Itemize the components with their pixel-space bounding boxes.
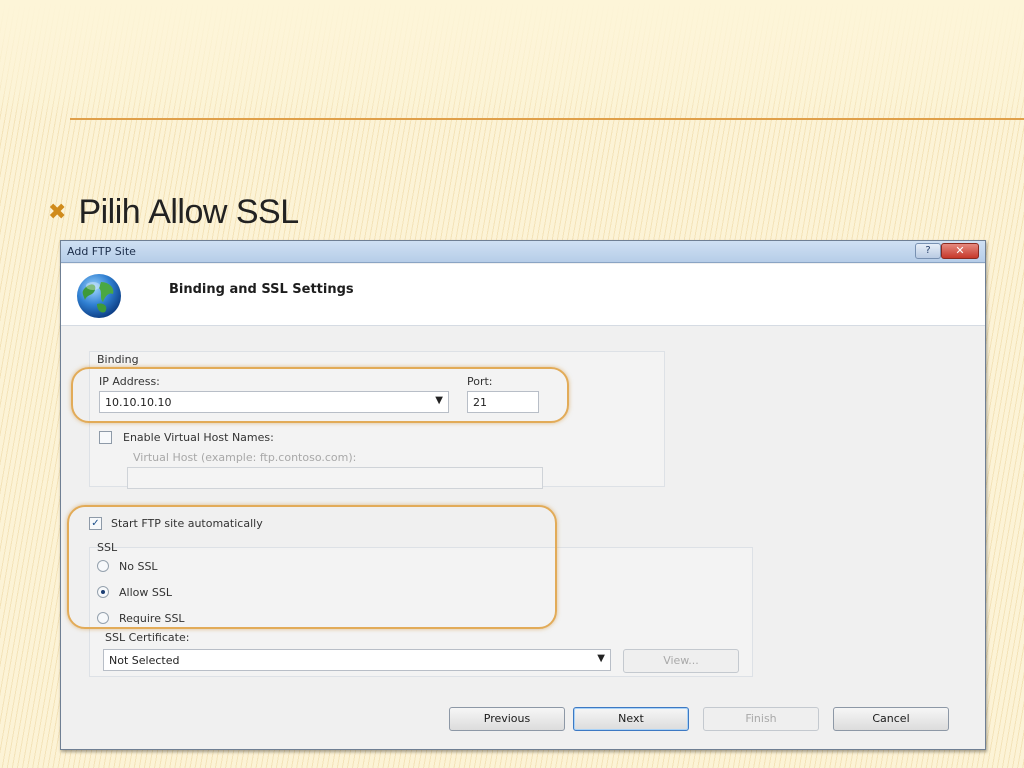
- finish-button[interactable]: Finish: [703, 707, 819, 731]
- cross-bullet-icon: ✖: [48, 199, 67, 225]
- bullet-prefix: Pilih: [78, 192, 141, 231]
- binding-highlight-oval: [71, 367, 569, 423]
- add-ftp-site-dialog: Add FTP Site ? ✕ Binding and SSL Setting…: [60, 240, 986, 750]
- close-button[interactable]: ✕: [941, 243, 979, 259]
- dialog-content: Binding IP Address: 10.10.10.10 ▼ Port: …: [61, 327, 985, 697]
- virtual-host-checkbox-label: Enable Virtual Host Names:: [123, 431, 274, 444]
- bullet-text: Pilih Allow SSL: [78, 192, 299, 232]
- virtual-host-input[interactable]: [127, 467, 543, 489]
- view-certificate-button[interactable]: View...: [623, 649, 739, 673]
- globe-icon: [77, 274, 121, 318]
- binding-group-label: Binding: [97, 353, 139, 366]
- dialog-header: Binding and SSL Settings: [61, 264, 985, 326]
- ssl-highlight-oval: [67, 505, 557, 629]
- ssl-certificate-label: SSL Certificate:: [105, 631, 190, 644]
- virtual-host-label: Virtual Host (example: ftp.contoso.com):: [133, 451, 357, 464]
- ssl-certificate-dropdown[interactable]: Not Selected ▼: [103, 649, 611, 671]
- next-button[interactable]: Next: [573, 707, 689, 731]
- dialog-titlebar: Add FTP Site ? ✕: [61, 241, 985, 263]
- slide-top-band: [0, 0, 1024, 120]
- title-rule: [70, 118, 1024, 120]
- cancel-button[interactable]: Cancel: [833, 707, 949, 731]
- previous-button[interactable]: Previous: [449, 707, 565, 731]
- help-button[interactable]: ?: [915, 243, 941, 259]
- chevron-down-icon: ▼: [597, 653, 605, 664]
- bullet-emphasis: Allow SSL: [148, 192, 299, 231]
- ssl-certificate-value: Not Selected: [109, 654, 180, 667]
- bullet-point: ✖ Pilih Allow SSL: [48, 190, 299, 234]
- virtual-host-checkbox[interactable]: [99, 431, 112, 444]
- page-title: Binding and SSL Settings: [169, 282, 354, 297]
- window-title: Add FTP Site: [67, 245, 136, 258]
